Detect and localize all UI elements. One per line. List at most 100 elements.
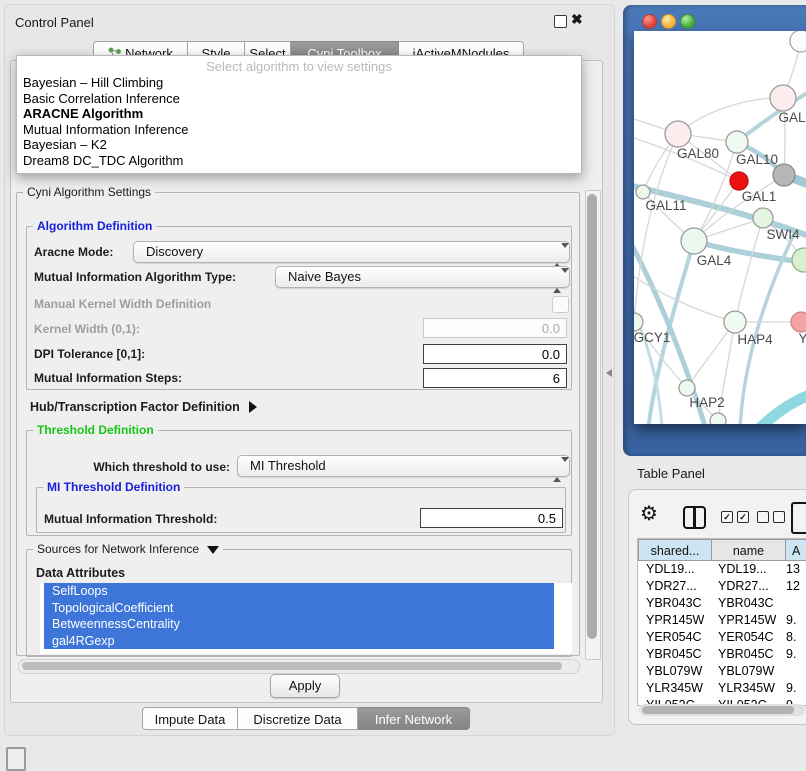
table-cell — [780, 595, 806, 612]
kernel-width-field[interactable]: 0.0 — [423, 318, 567, 338]
table-panel-title: Table Panel — [637, 466, 705, 481]
which-threshold-select[interactable]: MI Threshold — [237, 455, 570, 477]
network-node[interactable] — [679, 380, 695, 396]
network-node[interactable] — [726, 131, 748, 153]
network-node[interactable] — [681, 228, 707, 254]
tab-impute-data[interactable]: Impute Data — [142, 707, 238, 730]
minimized-panel-icon[interactable] — [6, 747, 26, 771]
table-cell: YDR27... — [712, 578, 780, 595]
scrollbar-thumb[interactable] — [22, 662, 562, 670]
float-icon[interactable] — [554, 15, 567, 28]
threshold-definition-legend: Threshold Definition — [33, 423, 158, 437]
network-node[interactable] — [792, 248, 806, 272]
network-node[interactable] — [753, 208, 773, 228]
deselect-checkbox-icon[interactable] — [773, 511, 785, 523]
menu-item[interactable]: Mutual Information Inference — [17, 122, 581, 138]
table-cell: YPR145W — [712, 612, 780, 629]
column-header[interactable]: A — [786, 539, 806, 561]
network-node[interactable] — [770, 85, 796, 111]
data-attributes-label: Data Attributes — [36, 566, 125, 580]
network-node[interactable] — [773, 164, 795, 186]
list-item[interactable]: BetweennessCentrality — [44, 616, 554, 633]
close-icon[interactable]: ✖ — [571, 11, 583, 28]
table-cell: YBR045C — [712, 646, 780, 663]
aracne-mode-select[interactable]: Discovery — [133, 241, 570, 263]
which-threshold-label: Which threshold to use: — [80, 460, 230, 474]
mi-threshold-field[interactable]: 0.5 — [420, 508, 563, 528]
network-node[interactable] — [730, 172, 748, 190]
network-node[interactable] — [665, 121, 691, 147]
zoom-traffic-light[interactable] — [680, 14, 695, 29]
vertical-scrollbar[interactable] — [585, 190, 601, 660]
table-icon[interactable] — [791, 502, 806, 534]
bottom-tabbar: Impute Data Discretize Data Infer Networ… — [142, 707, 470, 730]
network-canvas[interactable]: GALGAL80GAL10GAL1GAL11SWI4GAL4GCY1HAP4YH… — [634, 31, 806, 424]
sources-legend[interactable]: Sources for Network Inference — [33, 542, 223, 556]
table-cell: 9. — [780, 612, 806, 629]
table-cell: YER054C — [712, 629, 780, 646]
menu-item[interactable]: Bayesian – Hill Climbing — [17, 75, 581, 91]
algorithm-dropdown-popup: Select algorithm to view settings Bayesi… — [16, 55, 582, 174]
table-row[interactable]: YPR145WYPR145W9. — [638, 612, 806, 629]
table-row[interactable]: YDL19...YDL19...13 — [638, 561, 806, 578]
table-row[interactable]: YBL079WYBL079W — [638, 663, 806, 680]
mi-algorithm-type-select[interactable]: Naive Bayes — [275, 266, 570, 288]
network-node[interactable] — [724, 311, 746, 333]
table-cell: YBR043C — [638, 595, 712, 612]
table-horizontal-scrollbar[interactable] — [639, 704, 805, 716]
table-cell: YPR145W — [638, 612, 712, 629]
minimize-traffic-light[interactable] — [661, 14, 676, 29]
data-attributes-list[interactable]: SelfLoops TopologicalCoefficient Between… — [40, 583, 572, 654]
table-cell: 12 — [780, 578, 806, 595]
network-node-label: GAL11 — [645, 198, 686, 213]
mi-threshold-label: Mutual Information Threshold: — [44, 512, 217, 526]
menu-item[interactable]: Basic Correlation Inference — [17, 91, 581, 107]
scrollbar-thumb[interactable] — [642, 706, 794, 714]
menu-item[interactable]: Dream8 DC_TDC Algorithm — [17, 153, 581, 169]
chevron-updown-icon — [553, 460, 562, 474]
mi-algorithm-type-label: Mutual Information Algorithm Type: — [34, 270, 236, 284]
select-all-checkbox-icon[interactable]: ✓ — [737, 511, 749, 523]
network-node[interactable] — [790, 31, 806, 52]
network-node[interactable] — [636, 185, 650, 199]
tab-infer-network[interactable]: Infer Network — [358, 707, 470, 730]
menu-item[interactable]: Bayesian – K2 — [17, 137, 581, 153]
apply-button[interactable]: Apply — [270, 674, 340, 698]
collapse-down-icon — [207, 546, 219, 554]
column-header[interactable]: shared... — [638, 539, 712, 561]
mi-algorithm-type-value: Naive Bayes — [288, 269, 361, 284]
network-node[interactable] — [710, 413, 726, 424]
dpi-tolerance-field[interactable]: 0.0 — [423, 344, 567, 364]
column-header[interactable]: name — [712, 539, 786, 561]
list-item[interactable]: TopologicalCoefficient — [44, 600, 554, 617]
select-all-checkbox-icon[interactable]: ✓ — [721, 511, 733, 523]
table-cell: YLR345W — [638, 680, 712, 697]
list-item[interactable]: gal4RGexp — [44, 633, 554, 650]
table-cell: YBR045C — [638, 646, 712, 663]
table-row[interactable]: YDR27...YDR27...12 — [638, 578, 806, 595]
table-row[interactable]: YER054CYER054C8. — [638, 629, 806, 646]
close-traffic-light[interactable] — [642, 14, 657, 29]
hub-definition-toggle[interactable]: Hub/Transcription Factor Definition — [30, 400, 257, 414]
manual-kernel-width-checkbox[interactable] — [552, 296, 569, 313]
splitter-collapse-arrow[interactable] — [606, 369, 612, 377]
table-row[interactable]: YLR345WYLR345W9. — [638, 680, 806, 697]
scrollbar-thumb[interactable] — [587, 194, 597, 639]
network-node[interactable] — [791, 312, 806, 332]
table-row[interactable]: YBR043CYBR043C — [638, 595, 806, 612]
control-panel-title: Control Panel — [15, 15, 94, 30]
gear-icon[interactable]: ⚙ — [640, 504, 658, 524]
node-table: shared... name A YDL19...YDL19...13YDR27… — [637, 538, 806, 706]
menu-item-highlighted[interactable]: ARACNE Algorithm — [17, 106, 581, 122]
dpi-tolerance-label: DPI Tolerance [0,1]: — [34, 347, 145, 361]
column-view-icon[interactable] — [683, 506, 706, 529]
horizontal-scrollbar[interactable] — [18, 659, 580, 674]
tab-discretize-data[interactable]: Discretize Data — [238, 707, 358, 730]
mi-steps-label: Mutual Information Steps: — [34, 371, 182, 385]
aracne-mode-label: Aracne Mode: — [34, 245, 113, 259]
mi-steps-field[interactable]: 6 — [423, 368, 567, 388]
table-row[interactable]: YBR045CYBR045C9. — [638, 646, 806, 663]
list-item[interactable]: SelfLoops — [44, 583, 554, 600]
network-node-label: Y — [798, 331, 806, 346]
deselect-checkbox-icon[interactable] — [757, 511, 769, 523]
